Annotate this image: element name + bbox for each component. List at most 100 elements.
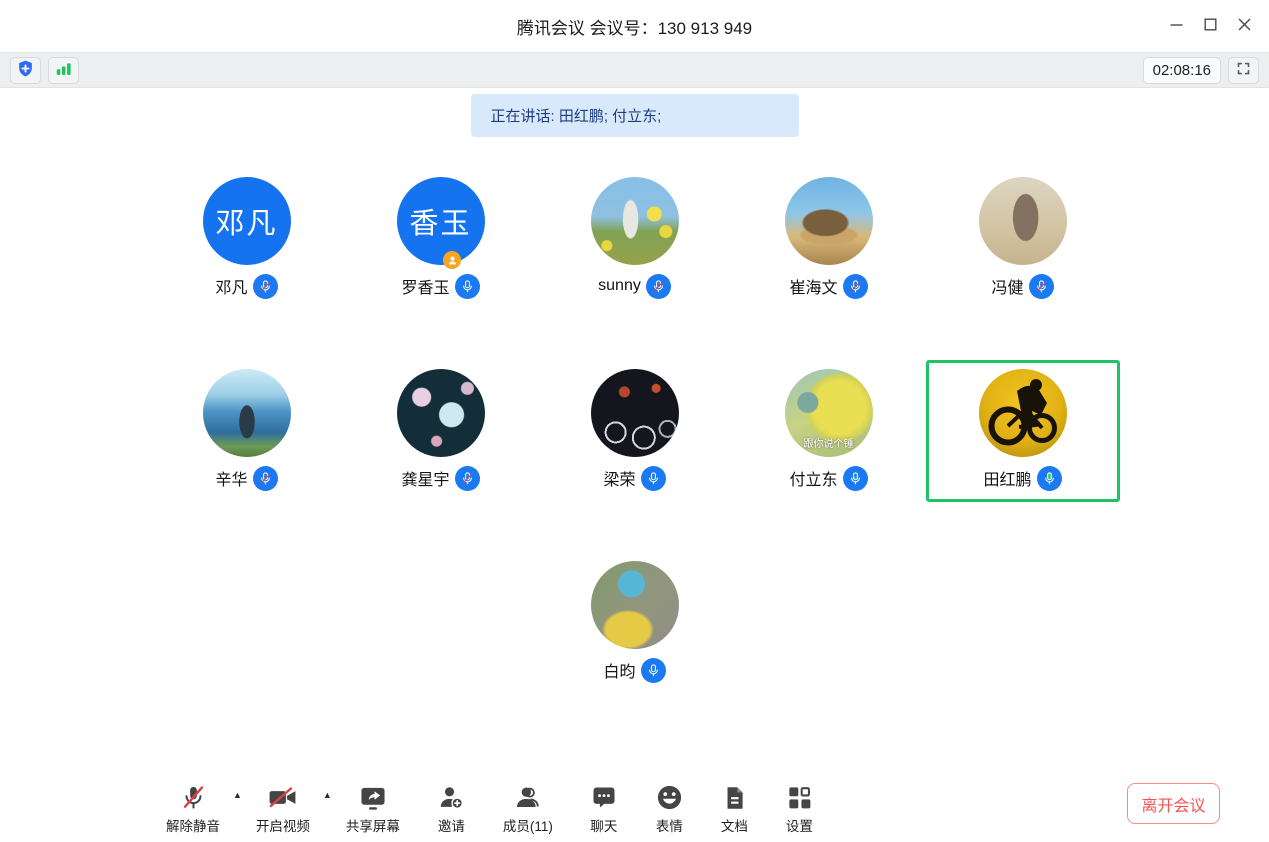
- chevron-up-icon: ▲: [323, 790, 332, 800]
- participant-name-row: 付立东: [789, 465, 867, 491]
- mic-status-icon[interactable]: [646, 274, 671, 299]
- minimize-icon: [1170, 18, 1183, 34]
- participant-name: 龚星宇: [401, 466, 449, 490]
- mic-status-icon[interactable]: [253, 274, 278, 299]
- participants-row: 邓凡邓凡香玉罗香玉sunny崔海文冯健: [0, 168, 1269, 310]
- toolbar-button-label: 解除静音: [166, 815, 220, 835]
- status-toolbar: 02:08:16: [0, 52, 1269, 88]
- toolbar-caret-unmute[interactable]: ▲: [233, 791, 242, 800]
- participant-name-row: 白昀: [603, 657, 665, 683]
- person-add-icon: [437, 783, 466, 812]
- chevron-up-icon: ▲: [233, 790, 242, 800]
- mic-status-icon[interactable]: [1037, 466, 1062, 491]
- window-title: 腾讯会议 会议号：130 913 949: [517, 14, 752, 39]
- participant-avatar: 跟你说个锤: [785, 369, 873, 457]
- security-button[interactable]: [10, 57, 41, 84]
- meeting-timer: 02:08:16: [1143, 57, 1221, 84]
- leave-meeting-button[interactable]: 离开会议: [1127, 783, 1220, 824]
- mic-status-icon[interactable]: [641, 466, 666, 491]
- participant-avatar: 香玉: [397, 177, 485, 265]
- toolbar-button-label: 聊天: [590, 815, 617, 835]
- participants-grid: 邓凡邓凡香玉罗香玉sunny崔海文冯健辛华龚星宇梁荣跟你说个锤付立东田红鹏白昀: [0, 168, 1269, 694]
- camera-off-icon: [267, 783, 298, 812]
- participant-tile[interactable]: sunny: [538, 168, 732, 310]
- participant-avatar: [979, 177, 1067, 265]
- host-badge-icon: [443, 251, 461, 269]
- participant-name-row: 罗香玉: [401, 273, 479, 299]
- participant-name-row: 辛华: [215, 465, 277, 491]
- toolbar-button-unmute[interactable]: 解除静音: [166, 783, 220, 835]
- participant-avatar: [979, 369, 1067, 457]
- toolbar-items: 解除静音 ▲ 开启视频 ▲ 共享屏幕 邀请 成员(11) 聊天 表情文档 设置: [166, 783, 851, 835]
- participants-row: 白昀: [0, 552, 1269, 694]
- toolbar-button-start-video[interactable]: 开启视频: [256, 783, 310, 835]
- participant-name-row: 邓凡: [215, 273, 277, 299]
- participant-name-row: 龚星宇: [401, 465, 479, 491]
- mic-status-icon[interactable]: [641, 658, 666, 683]
- avatar-initials: 邓凡: [215, 200, 277, 242]
- participant-tile[interactable]: 梁荣: [538, 360, 732, 502]
- toolbar-button-label: 开启视频: [256, 815, 310, 835]
- mic-status-icon[interactable]: [455, 466, 480, 491]
- toolbar-button-label: 文档: [721, 815, 748, 835]
- participant-tile[interactable]: 跟你说个锤付立东: [732, 360, 926, 502]
- toolbar-button-emoji[interactable]: 表情: [655, 783, 684, 835]
- mic-status-icon[interactable]: [843, 274, 868, 299]
- speaking-banner: 正在讲话: 田红鹏; 付立东;: [471, 94, 799, 137]
- mic-status-icon[interactable]: [843, 466, 868, 491]
- participant-tile[interactable]: 辛华: [150, 360, 344, 502]
- participant-name: 邓凡: [215, 274, 247, 298]
- participant-tile[interactable]: 邓凡邓凡: [150, 168, 344, 310]
- participant-avatar: [591, 561, 679, 649]
- close-icon: [1238, 18, 1251, 34]
- toolbar-button-label: 设置: [786, 815, 813, 835]
- participant-avatar: [591, 369, 679, 457]
- toolbar-button-settings[interactable]: 设置: [785, 783, 814, 835]
- participant-tile[interactable]: 崔海文: [732, 168, 926, 310]
- toolbar-caret-start-video[interactable]: ▲: [323, 791, 332, 800]
- participant-name-row: sunny: [598, 273, 671, 299]
- toolbar-button-label: 共享屏幕: [346, 815, 400, 835]
- toolbar-button-label: 邀请: [438, 815, 465, 835]
- participants-row: 辛华龚星宇梁荣跟你说个锤付立东田红鹏: [0, 360, 1269, 502]
- toolbar-button-members[interactable]: 成员(11): [503, 783, 553, 835]
- fullscreen-corners-icon: [1236, 61, 1251, 79]
- toolbar-button-share-screen[interactable]: 共享屏幕: [346, 783, 400, 835]
- meeting-window: 腾讯会议 会议号：130 913 949 02:08:16 正在讲话: 田红鹏;…: [0, 0, 1269, 842]
- participant-name: 辛华: [215, 466, 247, 490]
- maximize-button[interactable]: [1193, 11, 1227, 41]
- close-button[interactable]: [1227, 11, 1261, 41]
- participant-name-row: 冯健: [991, 273, 1053, 299]
- participant-name: 冯健: [991, 274, 1023, 298]
- shield-plus-icon: [16, 59, 35, 81]
- participant-avatar: [591, 177, 679, 265]
- signal-bars-icon: [54, 59, 73, 81]
- participant-tile[interactable]: 冯健: [926, 168, 1120, 310]
- chat-icon: [590, 783, 618, 812]
- participant-name: 白昀: [603, 658, 635, 682]
- network-status-button[interactable]: [48, 57, 79, 84]
- participant-name: sunny: [598, 277, 641, 295]
- participant-avatar: [785, 177, 873, 265]
- avatar-caption: 跟你说个锤: [785, 435, 873, 450]
- mic-status-icon[interactable]: [253, 466, 278, 491]
- toolbar-button-label: 成员(11): [503, 815, 553, 835]
- participant-tile[interactable]: 白昀: [538, 552, 732, 694]
- participant-name: 付立东: [789, 466, 837, 490]
- participant-tile[interactable]: 田红鹏: [926, 360, 1120, 502]
- status-toolbar-left: [10, 57, 79, 84]
- participant-tile[interactable]: 香玉罗香玉: [344, 168, 538, 310]
- mic-status-icon[interactable]: [1029, 274, 1054, 299]
- minimize-button[interactable]: [1159, 11, 1193, 41]
- mic-status-icon[interactable]: [455, 274, 480, 299]
- settings-icon: [785, 783, 814, 812]
- participant-tile[interactable]: 龚星宇: [344, 360, 538, 502]
- toolbar-button-chat[interactable]: 聊天: [590, 783, 618, 835]
- fullscreen-button[interactable]: [1228, 57, 1259, 84]
- toolbar-button-docs[interactable]: 文档: [721, 783, 748, 835]
- members-icon: [513, 783, 542, 812]
- participant-avatar: 邓凡: [203, 177, 291, 265]
- bottom-toolbar: 解除静音 ▲ 开启视频 ▲ 共享屏幕 邀请 成员(11) 聊天 表情文档 设置 离开会议: [0, 778, 1269, 842]
- participant-name: 田红鹏: [983, 466, 1031, 490]
- toolbar-button-invite[interactable]: 邀请: [437, 783, 466, 835]
